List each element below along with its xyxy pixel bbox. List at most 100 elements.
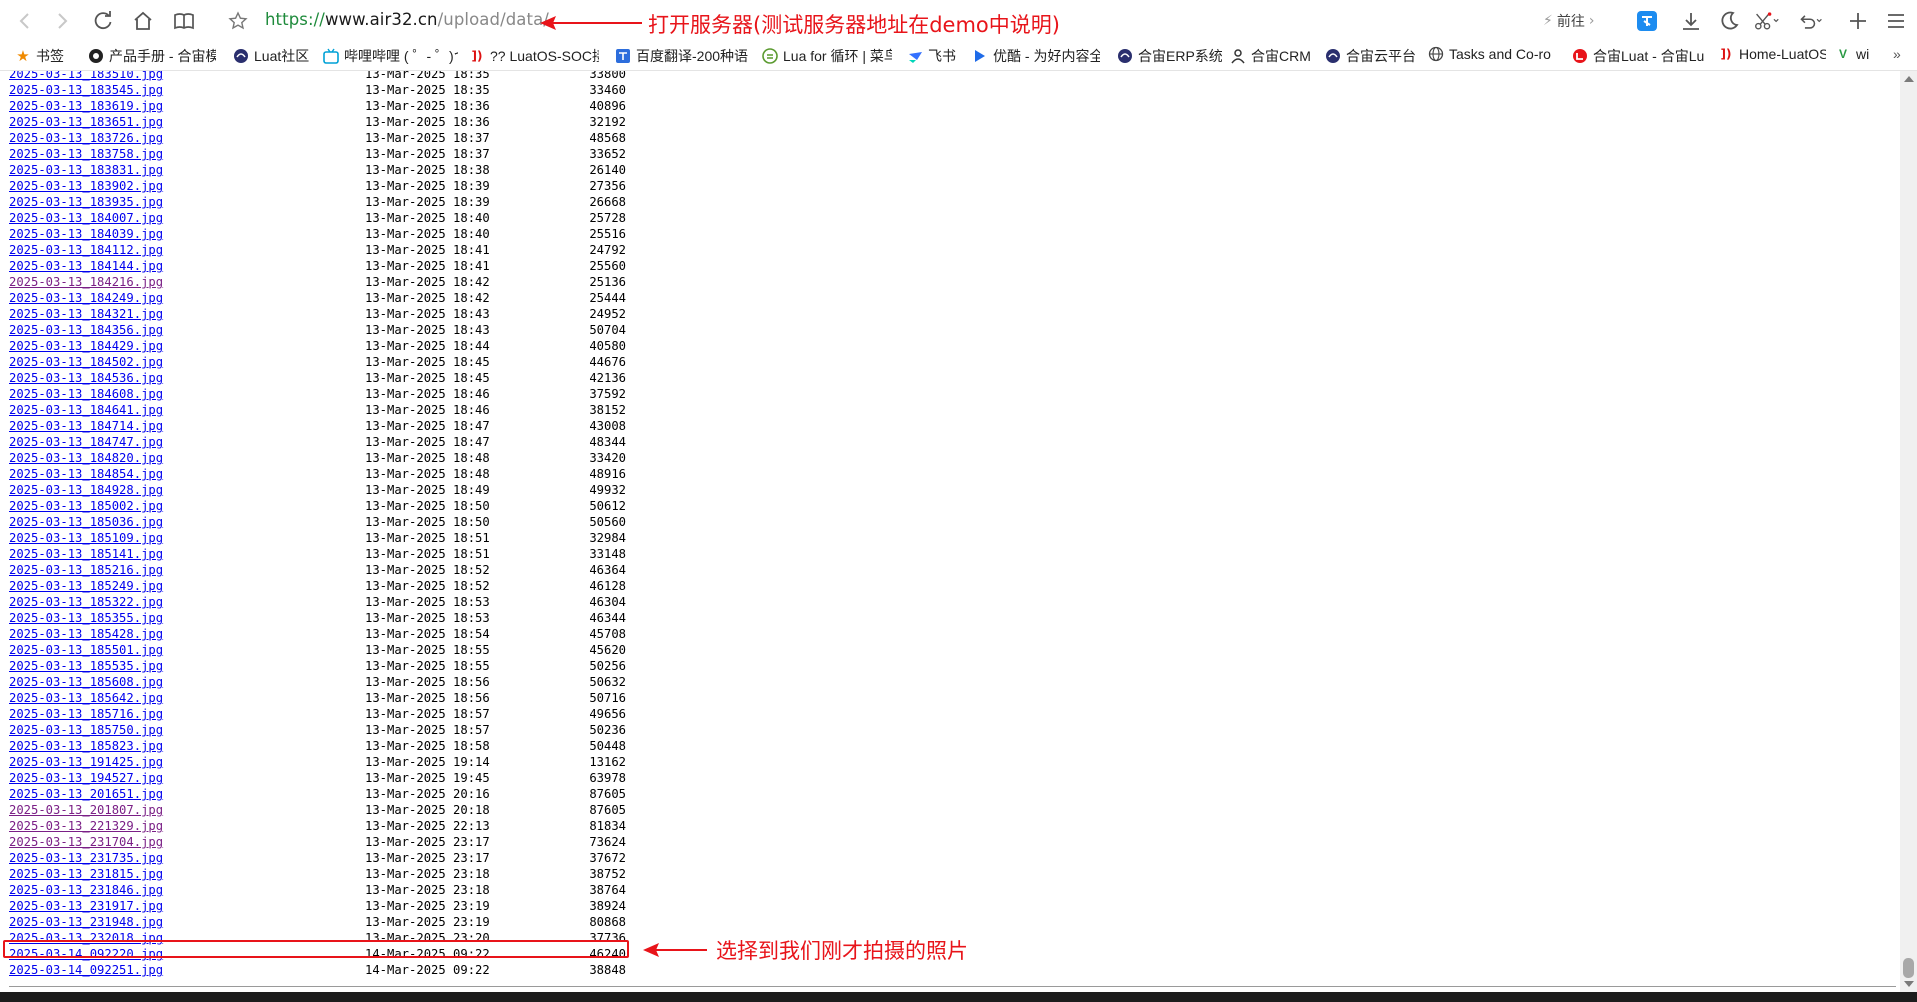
bookmark-item[interactable]: ★ 书签 (15, 46, 71, 66)
file-link[interactable]: 2025-03-13_184820.jpg (9, 450, 163, 466)
bookmark-item[interactable]: Lua for 循环 | 菜鸟 (762, 46, 892, 66)
file-link[interactable]: 2025-03-13_183831.jpg (9, 162, 163, 178)
file-link[interactable]: 2025-03-13_185535.jpg (9, 658, 163, 674)
file-link[interactable]: 2025-03-13_184216.jpg (9, 274, 163, 290)
file-link[interactable]: 2025-03-13_185608.jpg (9, 674, 163, 690)
file-size: 80868 (589, 915, 626, 929)
file-link[interactable]: 2025-03-13_183510.jpg (9, 71, 163, 82)
file-link[interactable]: 2025-03-13_231735.jpg (9, 850, 163, 866)
file-link[interactable]: 2025-03-13_194527.jpg (9, 770, 163, 786)
bookmark-item[interactable]: 合宙CRM (1230, 46, 1310, 66)
bookmark-item[interactable]: 合宙Luat - 合宙Lu (1572, 46, 1705, 66)
annotation-bottom-text: 选择到我们刚才拍摄的照片 (716, 939, 968, 963)
translate-app-icon[interactable] (1634, 8, 1660, 34)
file-link[interactable]: 2025-03-13_185002.jpg (9, 498, 163, 514)
file-link[interactable]: 2025-03-13_183758.jpg (9, 146, 163, 162)
file-link[interactable]: 2025-03-13_185716.jpg (9, 706, 163, 722)
more-bookmarks-icon[interactable]: » (1893, 46, 1911, 62)
file-link[interactable]: 2025-03-13_184112.jpg (9, 242, 163, 258)
file-link[interactable]: 2025-03-13_185249.jpg (9, 578, 163, 594)
scroll-up-icon[interactable] (1904, 76, 1914, 82)
file-link[interactable]: 2025-03-13_201807.jpg (9, 802, 163, 818)
bookmark-item[interactable]: 百度翻译-200种语 (615, 46, 749, 66)
reload-icon[interactable] (90, 8, 116, 34)
reader-icon[interactable] (171, 8, 197, 34)
table-row: 2025-03-13_184536.jpg 13-Mar-2025 18:45 42… (0, 370, 640, 386)
file-link[interactable]: 2025-03-13_231846.jpg (9, 882, 163, 898)
bookmark-item[interactable]: 哔哩哔哩 ( ゜- ゜)つ (323, 46, 458, 66)
file-link[interactable]: 2025-03-13_184714.jpg (9, 418, 163, 434)
file-link[interactable]: 2025-03-13_184429.jpg (9, 338, 163, 354)
goto-button[interactable]: ⚡ 前往 › (1543, 11, 1594, 31)
bookmark-item[interactable]: Tasks and Co-ro (1428, 46, 1556, 62)
table-row: 2025-03-13_184007.jpg 13-Mar-2025 18:40 25… (0, 210, 640, 226)
undo-icon[interactable] (1798, 8, 1824, 34)
file-link[interactable]: 2025-03-13_191425.jpg (9, 754, 163, 770)
scroll-down-icon[interactable] (1904, 981, 1914, 987)
file-link[interactable]: 2025-03-13_183545.jpg (9, 82, 163, 98)
file-link[interactable]: 2025-03-13_185642.jpg (9, 690, 163, 706)
bookmark-item[interactable]: 产品手册 - 合宙模 (88, 46, 216, 66)
address-bar[interactable]: https://www.air32.cn/upload/data/ (265, 10, 549, 29)
vertical-scrollbar[interactable] (1900, 71, 1917, 992)
file-link[interactable]: 2025-03-13_184144.jpg (9, 258, 163, 274)
file-link[interactable]: 2025-03-13_185216.jpg (9, 562, 163, 578)
file-link[interactable]: 2025-03-13_231917.jpg (9, 898, 163, 914)
file-link[interactable]: 2025-03-13_231704.jpg (9, 834, 163, 850)
night-mode-icon[interactable] (1716, 8, 1742, 34)
file-link[interactable]: 2025-03-13_185355.jpg (9, 610, 163, 626)
file-link[interactable]: 2025-03-13_185823.jpg (9, 738, 163, 754)
bookmark-item[interactable]: 合宙ERP系统 (1117, 46, 1222, 66)
file-link[interactable]: 2025-03-13_183935.jpg (9, 194, 163, 210)
bookmark-item[interactable]: ]) Home-LuatOS (1718, 46, 1826, 62)
file-link[interactable]: 2025-03-13_184747.jpg (9, 434, 163, 450)
file-link[interactable]: 2025-03-13_201651.jpg (9, 786, 163, 802)
file-link[interactable]: 2025-03-13_185036.jpg (9, 514, 163, 530)
forward-icon[interactable] (49, 8, 75, 34)
table-row: 2025-03-13_183935.jpg 13-Mar-2025 18:39 26… (0, 194, 640, 210)
download-icon[interactable] (1678, 8, 1704, 34)
file-link[interactable]: 2025-03-13_231948.jpg (9, 914, 163, 930)
file-link[interactable]: 2025-03-13_185109.jpg (9, 530, 163, 546)
bookmark-item[interactable]: ]) ?? LuatOS-SOC接 (469, 46, 599, 66)
file-link[interactable]: 2025-03-13_183902.jpg (9, 178, 163, 194)
menu-icon[interactable] (1883, 8, 1909, 34)
file-link[interactable]: 2025-03-13_183619.jpg (9, 98, 163, 114)
file-size: 73624 (589, 835, 626, 849)
bookmark-item[interactable]: 飞书 (907, 46, 962, 66)
bookmark-item[interactable]: 优酷 - 为好内容全 (972, 46, 1100, 66)
file-link[interactable]: 2025-03-13_184536.jpg (9, 370, 163, 386)
file-link[interactable]: 2025-03-13_184928.jpg (9, 482, 163, 498)
bookmark-item[interactable]: V wi (1835, 46, 1873, 62)
file-link[interactable]: 2025-03-13_183651.jpg (9, 114, 163, 130)
bookmark-item[interactable]: 合宙云平台 (1325, 46, 1420, 66)
file-link[interactable]: 2025-03-14_092251.jpg (9, 962, 163, 978)
file-link[interactable]: 2025-03-13_184249.jpg (9, 290, 163, 306)
file-link[interactable]: 2025-03-13_185750.jpg (9, 722, 163, 738)
file-link[interactable]: 2025-03-13_184007.jpg (9, 210, 163, 226)
file-link[interactable]: 2025-03-13_185141.jpg (9, 546, 163, 562)
bookmark-label: 合宙云平台 (1346, 48, 1416, 64)
new-tab-plus-icon[interactable] (1845, 8, 1871, 34)
file-link[interactable]: 2025-03-13_184356.jpg (9, 322, 163, 338)
bookmark-item[interactable]: Luat社区 (233, 46, 313, 66)
bookmark-star-icon[interactable] (225, 8, 251, 34)
file-link[interactable]: 2025-03-13_221329.jpg (9, 818, 163, 834)
file-size: 40896 (589, 99, 626, 113)
file-link[interactable]: 2025-03-13_183726.jpg (9, 130, 163, 146)
file-link[interactable]: 2025-03-13_184854.jpg (9, 466, 163, 482)
screenshot-scissors-icon[interactable] (1754, 8, 1780, 34)
scroll-thumb[interactable] (1903, 958, 1914, 978)
home-icon[interactable] (130, 8, 156, 34)
file-link[interactable]: 2025-03-13_184502.jpg (9, 354, 163, 370)
file-link[interactable]: 2025-03-13_231815.jpg (9, 866, 163, 882)
file-link[interactable]: 2025-03-13_184608.jpg (9, 386, 163, 402)
directory-listing: 2025-03-13_183510.jpg 13-Mar-2025 18:35 33… (0, 71, 1900, 992)
file-link[interactable]: 2025-03-13_184321.jpg (9, 306, 163, 322)
file-link[interactable]: 2025-03-13_184039.jpg (9, 226, 163, 242)
file-link[interactable]: 2025-03-13_185322.jpg (9, 594, 163, 610)
file-link[interactable]: 2025-03-13_185501.jpg (9, 642, 163, 658)
file-link[interactable]: 2025-03-13_185428.jpg (9, 626, 163, 642)
back-icon[interactable] (12, 8, 38, 34)
file-link[interactable]: 2025-03-13_184641.jpg (9, 402, 163, 418)
